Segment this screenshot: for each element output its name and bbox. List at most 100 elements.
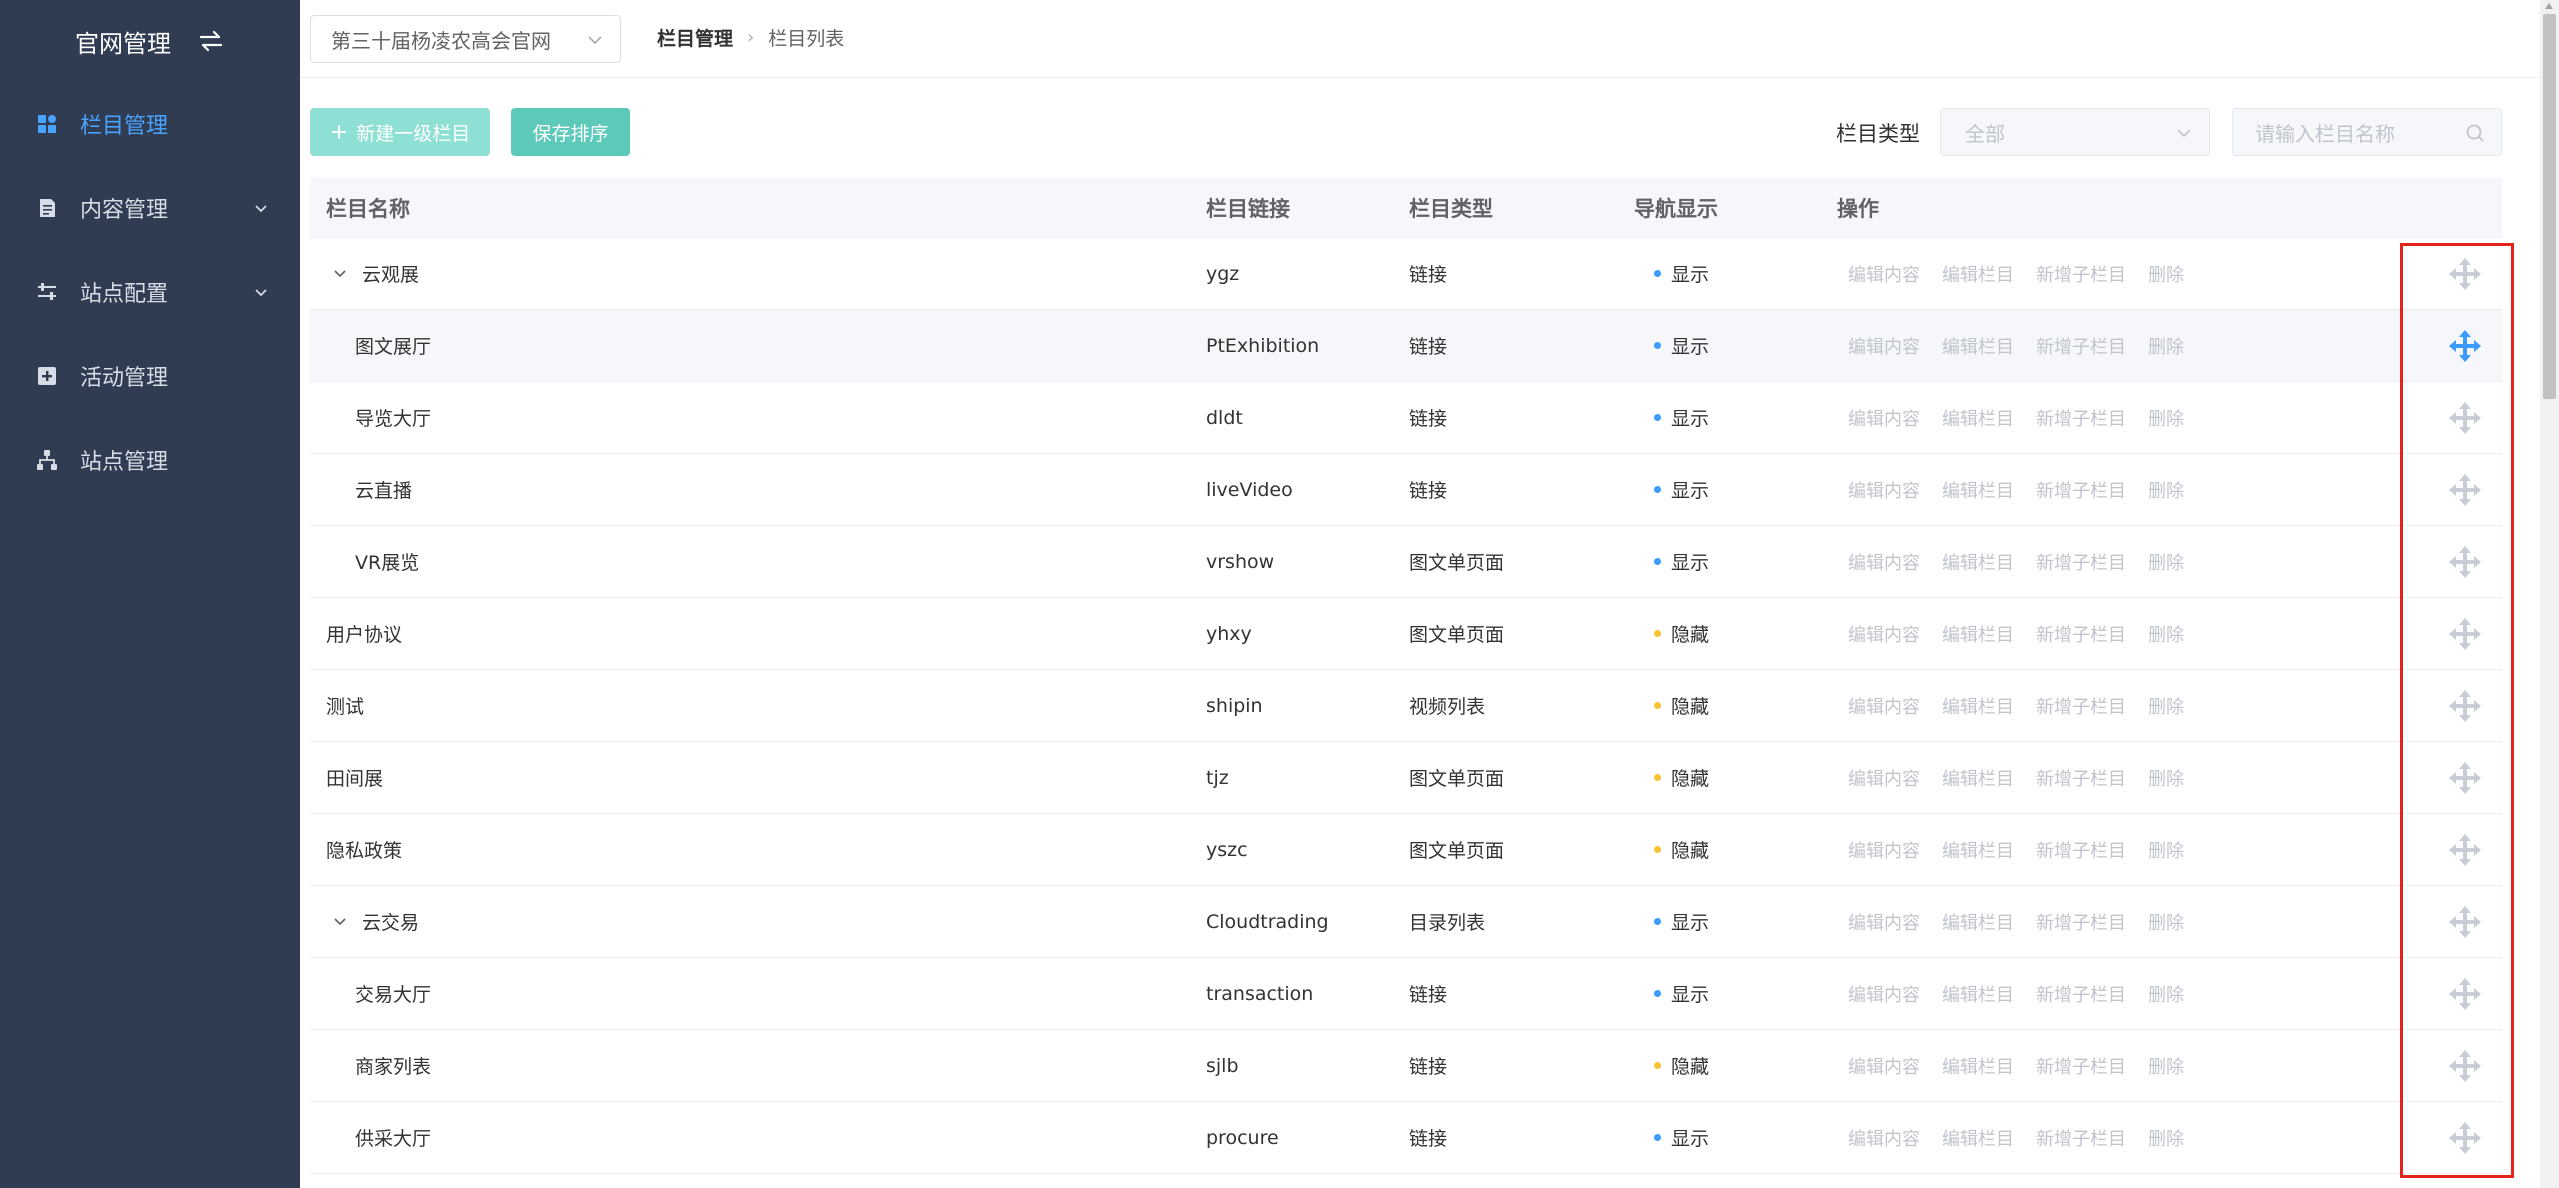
delete-link[interactable]: 删除 [2148, 765, 2184, 791]
add-subcolumn-link[interactable]: 新增子栏目 [2036, 333, 2126, 359]
column-name-cell: 图文展厅 [310, 332, 1190, 359]
breadcrumb-current: 栏目列表 [768, 28, 845, 50]
edit-column-link[interactable]: 编辑栏目 [1942, 333, 2014, 359]
table-row[interactable]: 商家列表 sjlb 链接 隐藏 编辑内容 编辑栏目 新增子栏目 删除 [310, 1030, 2502, 1102]
edit-column-link[interactable]: 编辑栏目 [1942, 549, 2014, 575]
chevron-down-icon[interactable] [332, 266, 348, 282]
edit-content-link[interactable]: 编辑内容 [1848, 621, 1920, 647]
edit-content-link[interactable]: 编辑内容 [1848, 333, 1920, 359]
add-subcolumn-link[interactable]: 新增子栏目 [2036, 621, 2126, 647]
add-subcolumn-link[interactable]: 新增子栏目 [2036, 765, 2126, 791]
search-icon[interactable] [2465, 123, 2485, 143]
search-placeholder: 请输入栏目名称 [2255, 121, 2395, 146]
sidebar-item-activity-management[interactable]: 活动管理 [0, 334, 300, 418]
delete-link[interactable]: 删除 [2148, 333, 2184, 359]
breadcrumb-item[interactable]: 栏目管理 [657, 24, 733, 51]
nav-display-status: 显示 [1671, 912, 1710, 934]
edit-column-link[interactable]: 编辑栏目 [1942, 981, 2014, 1007]
table-row[interactable]: 测试 shipin 视频列表 隐藏 编辑内容 编辑栏目 新增子栏目 删除 [310, 670, 2502, 742]
edit-content-link[interactable]: 编辑内容 [1848, 909, 1920, 935]
edit-column-link[interactable]: 编辑栏目 [1942, 1125, 2014, 1151]
table-row[interactable]: 田间展 tjz 图文单页面 隐藏 编辑内容 编辑栏目 新增子栏目 删除 [310, 742, 2502, 814]
scroll-up-arrow-icon[interactable] [2544, 2, 2554, 10]
scrollbar[interactable] [2540, 0, 2559, 1188]
edit-content-link[interactable]: 编辑内容 [1848, 549, 1920, 575]
nav-display-cell: 隐藏 [1618, 692, 1821, 719]
delete-link[interactable]: 删除 [2148, 981, 2184, 1007]
delete-link[interactable]: 删除 [2148, 909, 2184, 935]
switch-icon[interactable] [197, 27, 225, 55]
add-subcolumn-link[interactable]: 新增子栏目 [2036, 981, 2126, 1007]
table-row[interactable]: 图文展厅 PtExhibition 链接 显示 编辑内容 编辑栏目 新增子栏目 删除 [310, 310, 2502, 382]
add-subcolumn-link[interactable]: 新增子栏目 [2036, 1125, 2126, 1151]
column-name-cell: 田间展 [310, 764, 1190, 791]
table-row[interactable]: 用户协议 yhxy 图文单页面 隐藏 编辑内容 编辑栏目 新增子栏目 删除 [310, 598, 2502, 670]
edit-column-link[interactable]: 编辑栏目 [1942, 405, 2014, 431]
column-link-cell: PtExhibition [1206, 334, 1320, 357]
breadcrumb-separator-icon: › [747, 27, 755, 48]
column-type-cell: 图文单页面 [1409, 552, 1505, 574]
delete-link[interactable]: 删除 [2148, 549, 2184, 575]
table-row[interactable]: 供采大厅 procure 链接 显示 编辑内容 编辑栏目 新增子栏目 删除 [310, 1102, 2502, 1174]
edit-content-link[interactable]: 编辑内容 [1848, 837, 1920, 863]
add-subcolumn-link[interactable]: 新增子栏目 [2036, 1053, 2126, 1079]
chevron-down-icon[interactable] [332, 914, 348, 930]
edit-content-link[interactable]: 编辑内容 [1848, 1125, 1920, 1151]
table-row[interactable]: VR展览 vrshow 图文单页面 显示 编辑内容 编辑栏目 新增子栏目 删除 [310, 526, 2502, 598]
delete-link[interactable]: 删除 [2148, 261, 2184, 287]
nav-display-status: 显示 [1671, 984, 1710, 1006]
edit-content-link[interactable]: 编辑内容 [1848, 405, 1920, 431]
edit-column-link[interactable]: 编辑栏目 [1942, 477, 2014, 503]
edit-column-link[interactable]: 编辑栏目 [1942, 909, 2014, 935]
table-row[interactable]: 云观展 ygz 链接 显示 编辑内容 编辑栏目 新增子栏目 删除 [310, 238, 2502, 310]
nav-display-cell: 显示 [1618, 260, 1821, 287]
nav-display-status: 隐藏 [1671, 1056, 1710, 1078]
add-subcolumn-link[interactable]: 新增子栏目 [2036, 909, 2126, 935]
table-row[interactable]: 交易大厅 transaction 链接 显示 编辑内容 编辑栏目 新增子栏目 删除 [310, 958, 2502, 1030]
add-subcolumn-link[interactable]: 新增子栏目 [2036, 693, 2126, 719]
edit-column-link[interactable]: 编辑栏目 [1942, 765, 2014, 791]
delete-link[interactable]: 删除 [2148, 405, 2184, 431]
site-select[interactable]: 第三十届杨凌农高会官网 [310, 15, 621, 63]
sidebar-item-column-management[interactable]: 栏目管理 [0, 82, 300, 166]
edit-column-link[interactable]: 编辑栏目 [1942, 693, 2014, 719]
sidebar-item-site-config[interactable]: 站点配置 [0, 250, 300, 334]
delete-link[interactable]: 删除 [2148, 477, 2184, 503]
edit-column-link[interactable]: 编辑栏目 [1942, 837, 2014, 863]
sidebar-item-content-management[interactable]: 内容管理 [0, 166, 300, 250]
delete-link[interactable]: 删除 [2148, 837, 2184, 863]
edit-content-link[interactable]: 编辑内容 [1848, 261, 1920, 287]
edit-column-link[interactable]: 编辑栏目 [1942, 1053, 2014, 1079]
column-type-cell: 图文单页面 [1409, 840, 1505, 862]
table-row[interactable]: 导览大厅 dldt 链接 显示 编辑内容 编辑栏目 新增子栏目 删除 [310, 382, 2502, 454]
sidebar-item-site-management[interactable]: 站点管理 [0, 418, 300, 502]
add-subcolumn-link[interactable]: 新增子栏目 [2036, 261, 2126, 287]
edit-content-link[interactable]: 编辑内容 [1848, 477, 1920, 503]
save-sort-button[interactable]: 保存排序 [511, 108, 630, 156]
edit-content-link[interactable]: 编辑内容 [1848, 1053, 1920, 1079]
edit-content-link[interactable]: 编辑内容 [1848, 693, 1920, 719]
add-subcolumn-link[interactable]: 新增子栏目 [2036, 405, 2126, 431]
delete-link[interactable]: 删除 [2148, 1125, 2184, 1151]
column-name-search-input[interactable]: 请输入栏目名称 [2232, 108, 2502, 156]
edit-content-link[interactable]: 编辑内容 [1848, 981, 1920, 1007]
operations-cell: 编辑内容 编辑栏目 新增子栏目 删除 [1821, 477, 2302, 503]
table-row[interactable]: 隐私政策 yszc 图文单页面 隐藏 编辑内容 编辑栏目 新增子栏目 删除 [310, 814, 2502, 886]
delete-link[interactable]: 删除 [2148, 693, 2184, 719]
edit-content-link[interactable]: 编辑内容 [1848, 765, 1920, 791]
add-subcolumn-link[interactable]: 新增子栏目 [2036, 549, 2126, 575]
delete-link[interactable]: 删除 [2148, 621, 2184, 647]
edit-column-link[interactable]: 编辑栏目 [1942, 261, 2014, 287]
delete-link[interactable]: 删除 [2148, 1053, 2184, 1079]
add-subcolumn-link[interactable]: 新增子栏目 [2036, 477, 2126, 503]
add-subcolumn-link[interactable]: 新增子栏目 [2036, 837, 2126, 863]
nav-display-cell: 显示 [1618, 980, 1821, 1007]
new-column-button[interactable]: + 新建一级栏目 [310, 108, 490, 156]
edit-column-link[interactable]: 编辑栏目 [1942, 621, 2014, 647]
scroll-thumb[interactable] [2543, 14, 2556, 399]
operations-cell: 编辑内容 编辑栏目 新增子栏目 删除 [1821, 1053, 2302, 1079]
table-row[interactable]: 云直播 liveVideo 链接 显示 编辑内容 编辑栏目 新增子栏目 删除 [310, 454, 2502, 526]
operations-cell: 编辑内容 编辑栏目 新增子栏目 删除 [1821, 1125, 2302, 1151]
table-row[interactable]: 云交易 Cloudtrading 目录列表 显示 编辑内容 编辑栏目 新增子栏目 删除 [310, 886, 2502, 958]
column-type-select[interactable]: 全部 [1940, 108, 2210, 156]
